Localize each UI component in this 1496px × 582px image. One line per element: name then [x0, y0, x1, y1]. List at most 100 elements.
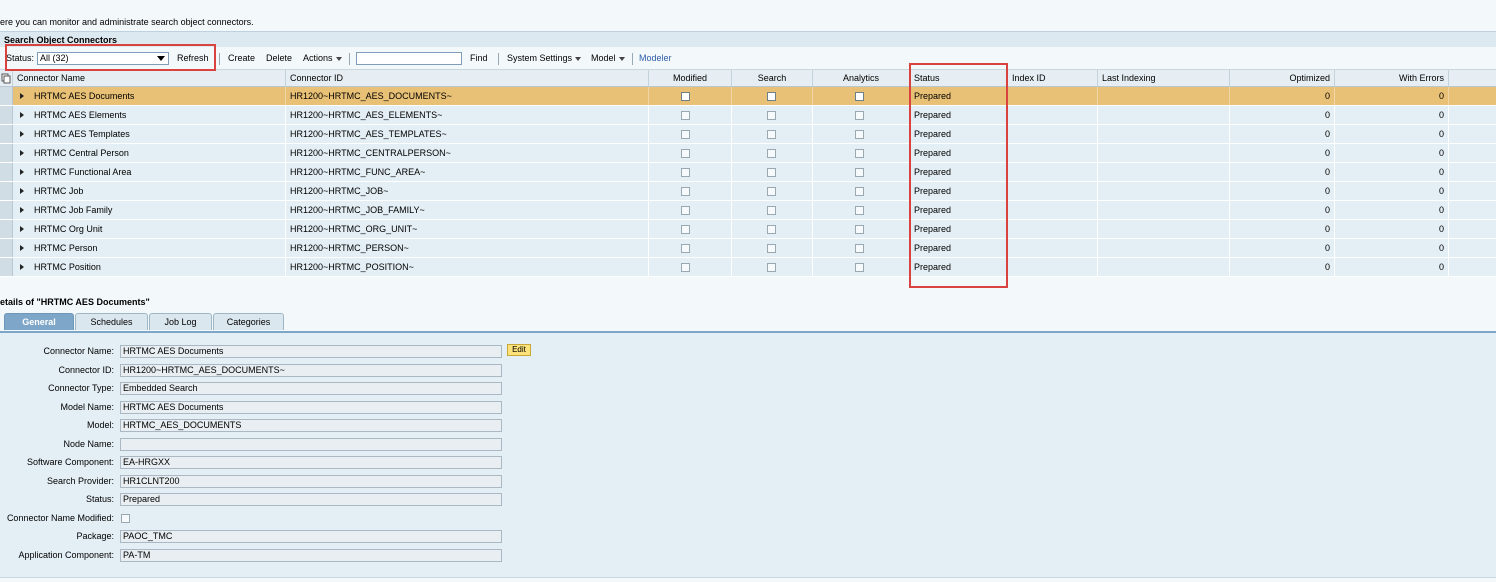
- modified-checkbox[interactable]: [681, 130, 690, 139]
- cell-connector-id: HR1200~HRTMC_CENTRALPERSON~: [286, 144, 649, 162]
- row-selector[interactable]: [0, 163, 13, 181]
- row-selector[interactable]: [0, 239, 13, 257]
- cell-optimized: 0: [1230, 220, 1335, 238]
- col-connector-id[interactable]: Connector ID: [286, 70, 649, 86]
- col-optimized[interactable]: Optimized: [1230, 70, 1335, 86]
- row-selector[interactable]: [0, 144, 13, 162]
- row-selector[interactable]: [0, 87, 13, 105]
- modified-checkbox[interactable]: [681, 263, 690, 272]
- cell-connector-name[interactable]: HRTMC Functional Area: [30, 163, 286, 181]
- cell-connector-name[interactable]: HRTMC Central Person: [30, 144, 286, 162]
- col-search[interactable]: Search: [732, 70, 813, 86]
- analytics-checkbox[interactable]: [855, 111, 864, 120]
- search-checkbox[interactable]: [767, 263, 776, 272]
- delete-button[interactable]: Delete: [266, 53, 292, 63]
- cell-connector-name[interactable]: HRTMC Person: [30, 239, 286, 257]
- col-last-indexing[interactable]: Last Indexing: [1098, 70, 1230, 86]
- analytics-checkbox[interactable]: [855, 225, 864, 234]
- table-row[interactable]: HRTMC Org Unit HR1200~HRTMC_ORG_UNIT~ Prep…: [0, 220, 1496, 239]
- search-checkbox[interactable]: [767, 206, 776, 215]
- tab-categories[interactable]: Categories: [213, 313, 284, 330]
- cell-connector-name[interactable]: HRTMC Org Unit: [30, 220, 286, 238]
- modified-checkbox[interactable]: [681, 111, 690, 120]
- row-selector[interactable]: [0, 106, 13, 124]
- col-modified[interactable]: Modified: [649, 70, 732, 86]
- analytics-checkbox[interactable]: [855, 244, 864, 253]
- expand-icon[interactable]: [20, 169, 24, 175]
- analytics-checkbox[interactable]: [855, 168, 864, 177]
- row-selector[interactable]: [0, 220, 13, 238]
- cell-connector-name[interactable]: HRTMC Job: [30, 182, 286, 200]
- field-label: Status:: [85, 494, 114, 504]
- expand-icon[interactable]: [20, 226, 24, 232]
- search-checkbox[interactable]: [767, 149, 776, 158]
- search-checkbox[interactable]: [767, 168, 776, 177]
- search-checkbox[interactable]: [767, 130, 776, 139]
- table-row[interactable]: HRTMC Central Person HR1200~HRTMC_CENTRAL…: [0, 144, 1496, 163]
- table-row[interactable]: HRTMC Position HR1200~HRTMC_POSITION~ Prep…: [0, 258, 1496, 277]
- cell-connector-id: HR1200~HRTMC_POSITION~: [286, 258, 649, 276]
- analytics-checkbox[interactable]: [855, 206, 864, 215]
- row-selector[interactable]: [0, 201, 13, 219]
- modified-checkbox[interactable]: [681, 244, 690, 253]
- select-all-cell[interactable]: [0, 70, 13, 86]
- search-checkbox[interactable]: [767, 225, 776, 234]
- table-row[interactable]: HRTMC Job Family HR1200~HRTMC_JOB_FAMILY~…: [0, 201, 1496, 220]
- analytics-checkbox[interactable]: [855, 149, 864, 158]
- connector-name-modified-checkbox[interactable]: [121, 513, 130, 523]
- row-selector[interactable]: [0, 125, 13, 143]
- analytics-checkbox[interactable]: [855, 187, 864, 196]
- analytics-checkbox[interactable]: [855, 92, 864, 101]
- modified-checkbox[interactable]: [681, 92, 690, 101]
- search-input[interactable]: [356, 52, 462, 65]
- expand-icon[interactable]: [20, 245, 24, 251]
- analytics-checkbox[interactable]: [855, 263, 864, 272]
- modeler-link[interactable]: Modeler: [639, 53, 672, 63]
- actions-menu[interactable]: Actions: [303, 53, 342, 63]
- modified-checkbox[interactable]: [681, 168, 690, 177]
- search-checkbox[interactable]: [767, 92, 776, 101]
- modified-checkbox[interactable]: [681, 206, 690, 215]
- col-connector-name[interactable]: Connector Name: [13, 70, 286, 86]
- expand-icon[interactable]: [20, 93, 24, 99]
- cell-connector-name[interactable]: HRTMC AES Documents: [30, 87, 286, 105]
- tab-job-log[interactable]: Job Log: [149, 313, 212, 330]
- col-index-id[interactable]: Index ID: [1008, 70, 1098, 86]
- modified-checkbox[interactable]: [681, 225, 690, 234]
- table-row[interactable]: HRTMC AES Elements HR1200~HRTMC_AES_ELEME…: [0, 106, 1496, 125]
- model-menu[interactable]: Model: [591, 53, 625, 63]
- search-checkbox[interactable]: [767, 244, 776, 253]
- row-selector[interactable]: [0, 182, 13, 200]
- table-row[interactable]: HRTMC Person HR1200~HRTMC_PERSON~ Prepared…: [0, 239, 1496, 258]
- cell-connector-name[interactable]: HRTMC AES Templates: [30, 125, 286, 143]
- expand-icon[interactable]: [20, 264, 24, 270]
- expand-icon[interactable]: [20, 131, 24, 137]
- expand-icon[interactable]: [20, 188, 24, 194]
- col-analytics[interactable]: Analytics: [813, 70, 910, 86]
- find-button[interactable]: Find: [470, 53, 488, 63]
- cell-connector-id: HR1200~HRTMC_JOB_FAMILY~: [286, 201, 649, 219]
- modified-checkbox[interactable]: [681, 149, 690, 158]
- cell-connector-name[interactable]: HRTMC Job Family: [30, 201, 286, 219]
- tab-schedules[interactable]: Schedules: [75, 313, 148, 330]
- expand-icon[interactable]: [20, 207, 24, 213]
- search-checkbox[interactable]: [767, 187, 776, 196]
- edit-button[interactable]: Edit: [507, 344, 531, 356]
- modified-checkbox[interactable]: [681, 187, 690, 196]
- cell-connector-name[interactable]: HRTMC AES Elements: [30, 106, 286, 124]
- table-row[interactable]: HRTMC AES Documents HR1200~HRTMC_AES_DOCU…: [0, 87, 1496, 106]
- search-checkbox[interactable]: [767, 111, 776, 120]
- analytics-checkbox[interactable]: [855, 130, 864, 139]
- cell-connector-name[interactable]: HRTMC Position: [30, 258, 286, 276]
- table-row[interactable]: HRTMC Functional Area HR1200~HRTMC_FUNC_A…: [0, 163, 1496, 182]
- row-selector[interactable]: [0, 258, 13, 276]
- expand-icon[interactable]: [20, 150, 24, 156]
- system-settings-menu[interactable]: System Settings: [507, 53, 582, 63]
- col-with-errors[interactable]: With Errors: [1335, 70, 1449, 86]
- field-value: HRTMC AES Documents: [120, 345, 502, 358]
- expand-icon[interactable]: [20, 112, 24, 118]
- table-row[interactable]: HRTMC Job HR1200~HRTMC_JOB~ Prepared 0 0: [0, 182, 1496, 201]
- create-button[interactable]: Create: [228, 53, 255, 63]
- table-row[interactable]: HRTMC AES Templates HR1200~HRTMC_AES_TEMP…: [0, 125, 1496, 144]
- tab-general[interactable]: General: [4, 313, 74, 330]
